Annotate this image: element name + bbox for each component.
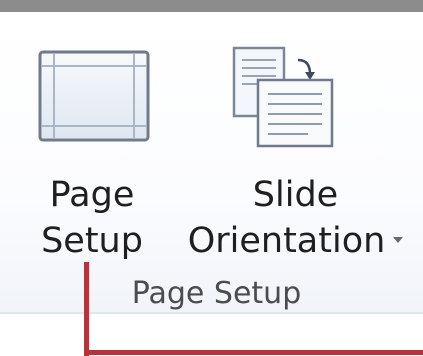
slide-orientation-icon — [228, 44, 348, 154]
slide-orientation-label-line2: Orientation — [187, 221, 386, 261]
group-title: Page Setup — [131, 276, 302, 311]
page-setup-group: Page Setup Slide Orientation Page Setup — [0, 12, 423, 312]
annotation-line-vertical — [84, 262, 89, 356]
page-setup-label-line2: Setup — [41, 221, 143, 261]
page-setup-button[interactable]: Page Setup — [28, 26, 156, 266]
page-setup-icon — [38, 50, 150, 142]
slide-orientation-label-line2-wrap: Orientation — [168, 218, 423, 264]
slide-orientation-label-line1: Slide — [252, 175, 339, 215]
slide-orientation-button[interactable]: Slide Orientation — [168, 26, 423, 266]
annotation-line-horizontal — [84, 350, 423, 355]
ribbon-screenshot: Page Setup Slide Orientation Page Setup — [0, 0, 423, 356]
ribbon-top-border — [0, 0, 423, 12]
dropdown-arrow-icon[interactable] — [393, 237, 404, 243]
group-bottom-border — [0, 312, 423, 314]
page-setup-label-line1: Page — [49, 175, 135, 215]
